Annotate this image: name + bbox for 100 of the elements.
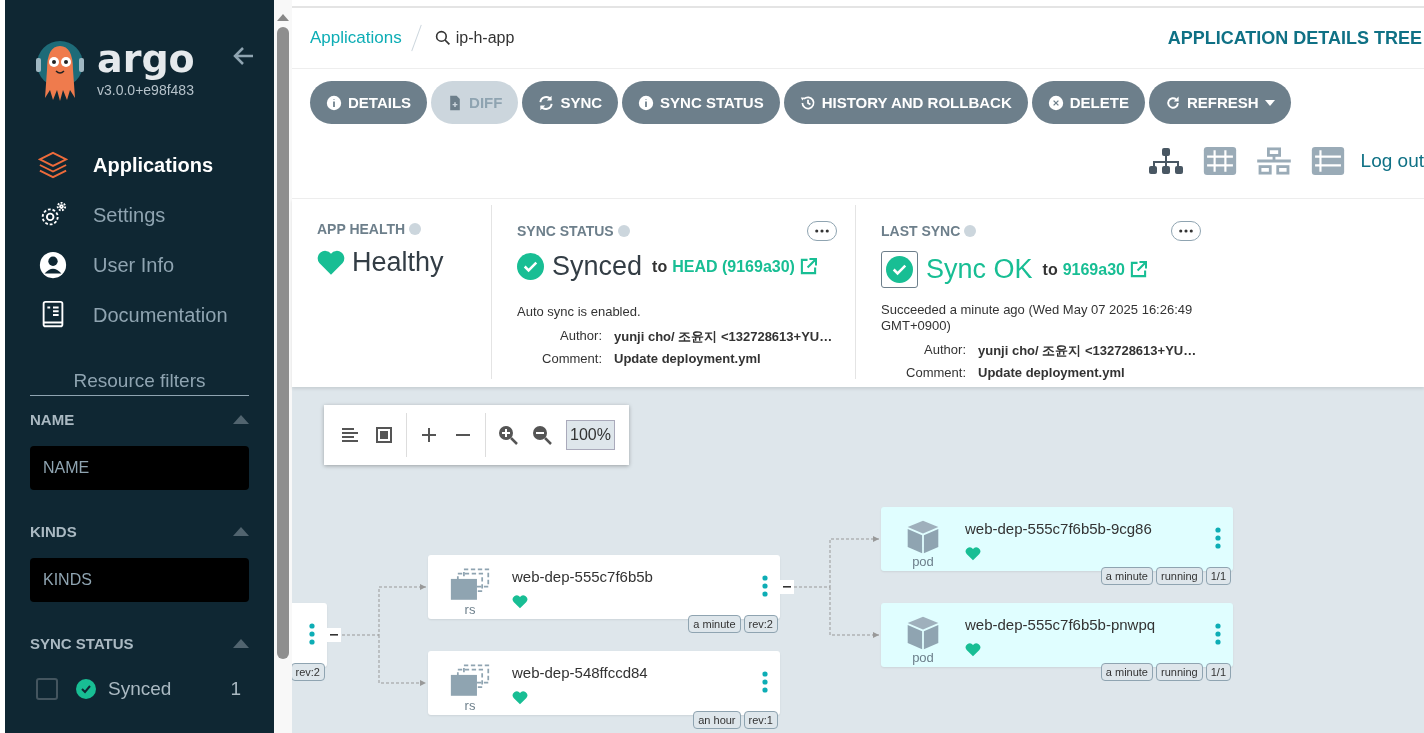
- zoom-in-icon[interactable]: [498, 425, 518, 445]
- filters-title: Resource filters: [30, 370, 249, 396]
- node-tag: a minute: [688, 615, 741, 633]
- action-button[interactable]: DETAILS: [310, 81, 428, 124]
- kebab-menu-icon[interactable]: [762, 575, 768, 597]
- node-tag: a minute: [1100, 663, 1153, 681]
- caret-up-icon[interactable]: [233, 414, 249, 424]
- action-button[interactable]: SYNC: [522, 81, 619, 124]
- option-label: Synced: [108, 678, 172, 700]
- node-tag: running: [1156, 567, 1203, 585]
- resource-name: web-dep-555c7f6b5b-9cg86: [965, 520, 1152, 537]
- nav-item[interactable]: User Info: [5, 240, 274, 290]
- info-icon: [638, 94, 655, 111]
- more-button[interactable]: [1171, 221, 1201, 241]
- align-left-icon[interactable]: [340, 425, 360, 445]
- version-text: v3.0.0+e98f483: [97, 82, 195, 98]
- filter-input[interactable]: KINDS: [30, 558, 249, 602]
- tree-view-icon[interactable]: [1148, 147, 1183, 175]
- sync-arrows-icon: [538, 94, 555, 111]
- history-icon: [799, 94, 816, 111]
- fit-screen-icon[interactable]: [374, 425, 394, 445]
- status-title: LAST SYNC: [881, 223, 961, 239]
- resource-node[interactable]: pod web-dep-555c7f6b5b-pnwpq: [881, 603, 1233, 667]
- detail-value: Update deployment.yml: [978, 365, 1126, 380]
- resource-name: web-dep-555c7f6b5b-pnwpq: [965, 616, 1156, 633]
- resource-node[interactable]: rs web-dep-548ffccd84: [428, 651, 780, 715]
- detail-value: yunji cho/ 조윤지 <132728613+YU…: [978, 342, 1198, 360]
- status-title: SYNC STATUS: [517, 223, 614, 239]
- refresh-icon: [1164, 94, 1181, 111]
- to-label: to: [652, 257, 668, 276]
- zoom-level[interactable]: 100%: [566, 420, 615, 450]
- collapse-toggle[interactable]: [327, 628, 341, 642]
- dots-icon: [1179, 229, 1193, 233]
- grid-view-icon[interactable]: [1202, 147, 1237, 175]
- nav-item[interactable]: Applications: [5, 140, 274, 190]
- heart-icon: [317, 249, 345, 276]
- resource-name: web-dep-555c7f6b5b: [512, 568, 653, 585]
- stacked-layers-icon: [450, 567, 490, 603]
- help-icon[interactable]: [617, 225, 630, 237]
- heart-icon: [965, 547, 981, 561]
- resource-node[interactable]: [292, 603, 327, 667]
- list-view-icon[interactable]: [1310, 147, 1345, 175]
- action-button[interactable]: REFRESH: [1148, 81, 1291, 124]
- external-link-icon[interactable]: [799, 258, 817, 275]
- node-tag: a minute: [1100, 567, 1153, 585]
- help-icon[interactable]: [409, 223, 422, 235]
- sync-status-value: Synced: [552, 251, 643, 282]
- breadcrumb-current: ip-h-app: [455, 29, 515, 47]
- zoom-out-icon[interactable]: [532, 425, 552, 445]
- heart-icon: [512, 595, 528, 609]
- detail-label: Comment:: [541, 351, 602, 366]
- action-button[interactable]: DELETE: [1031, 81, 1145, 124]
- network-view-icon[interactable]: [1256, 147, 1291, 175]
- kebab-menu-icon[interactable]: [309, 623, 315, 645]
- external-link-icon[interactable]: [1129, 261, 1147, 278]
- node-tag: rev:2: [743, 615, 778, 633]
- action-button[interactable]: SYNC STATUS: [622, 81, 780, 124]
- kind-label: rs: [464, 603, 476, 617]
- to-label: to: [1042, 260, 1058, 279]
- resource-node[interactable]: pod web-dep-555c7f6b5b-9cg86: [881, 507, 1233, 571]
- nav-item[interactable]: Documentation: [5, 290, 274, 340]
- heart-icon: [512, 691, 528, 705]
- detail-label: Comment:: [905, 365, 966, 380]
- kebab-menu-icon[interactable]: [1215, 623, 1221, 645]
- filter-label: SYNC STATUS: [30, 634, 134, 652]
- kebab-menu-icon[interactable]: [1215, 527, 1221, 549]
- detail-value: Update deployment.yml: [614, 351, 762, 366]
- checkbox[interactable]: [36, 678, 58, 700]
- filter-label: NAME: [30, 410, 75, 428]
- nav-item[interactable]: Settings: [5, 190, 274, 240]
- caret-up-icon[interactable]: [233, 638, 249, 648]
- action-button[interactable]: HISTORY AND ROLLBACK: [783, 81, 1028, 124]
- scrollbar-thumb[interactable]: [277, 27, 289, 659]
- resource-node[interactable]: rs web-dep-555c7f6b5b: [428, 555, 780, 619]
- logout-link[interactable]: Log out: [1360, 150, 1424, 172]
- status-title: APP HEALTH: [317, 221, 406, 237]
- collapse-toggle[interactable]: [780, 580, 794, 594]
- close-circle-icon: [1047, 94, 1064, 111]
- option-count: 1: [230, 678, 242, 700]
- user-icon: [38, 250, 68, 280]
- node-tag: 1/1: [1205, 567, 1231, 585]
- scrollbar[interactable]: [274, 0, 292, 733]
- info-icon: [326, 94, 342, 111]
- kind-label: rs: [464, 699, 476, 713]
- sync-status-value: Sync OK: [926, 254, 1033, 285]
- plus-icon[interactable]: [419, 425, 439, 445]
- status-note: Auto sync is enabled.: [517, 304, 642, 320]
- filter-input[interactable]: NAME: [30, 446, 249, 490]
- dots-icon: [815, 229, 829, 233]
- kebab-menu-icon[interactable]: [762, 671, 768, 693]
- more-button[interactable]: [807, 221, 837, 241]
- help-icon[interactable]: [964, 225, 977, 237]
- kind-label: pod: [912, 651, 934, 665]
- node-tag: running: [1156, 663, 1203, 681]
- caret-up-icon[interactable]: [233, 526, 249, 536]
- detail-label: Author:: [559, 328, 602, 345]
- health-status: Healthy: [352, 247, 444, 278]
- filter-label: KINDS: [30, 522, 77, 540]
- scroll-up-arrow-icon[interactable]: [277, 14, 289, 21]
- logo-drawing: [35, 40, 85, 102]
